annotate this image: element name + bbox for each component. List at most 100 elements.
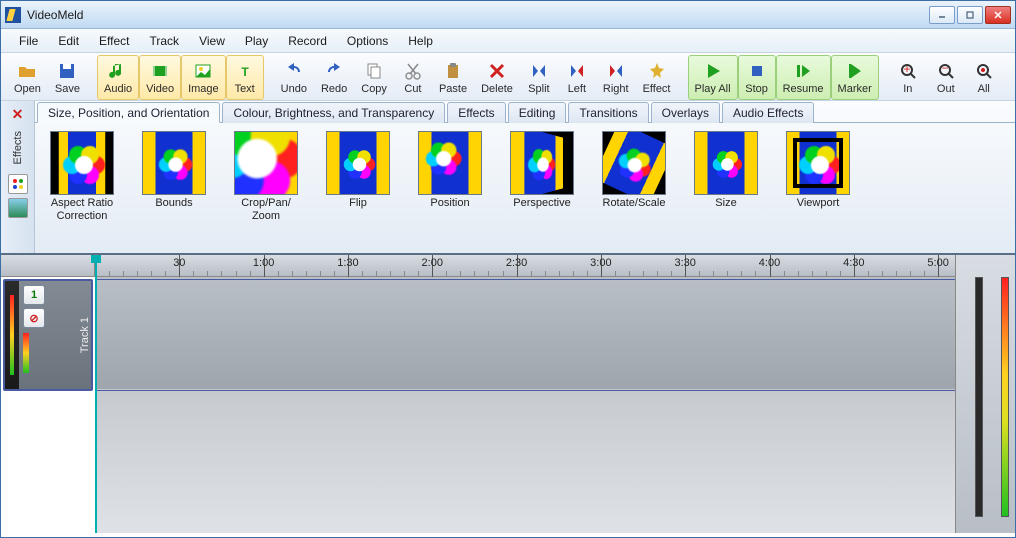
track-meter-strip bbox=[5, 281, 19, 389]
tick-label: 4:00 bbox=[759, 257, 780, 269]
image-thumb-icon[interactable] bbox=[8, 198, 28, 218]
image-button[interactable]: Image bbox=[181, 55, 226, 100]
marker-icon bbox=[844, 60, 866, 82]
resume-button[interactable]: Resume bbox=[776, 55, 831, 100]
effect-item-4[interactable]: Position bbox=[413, 131, 487, 210]
svg-text:T: T bbox=[241, 65, 249, 79]
track-label: Track 1 bbox=[77, 317, 91, 353]
right-label: Right bbox=[603, 83, 629, 95]
menu-file[interactable]: File bbox=[9, 30, 48, 52]
effect-caption-1: Bounds bbox=[155, 197, 192, 210]
playhead[interactable] bbox=[95, 255, 97, 533]
tab-1[interactable]: Colour, Brightness, and Transparency bbox=[222, 102, 445, 123]
copy-button[interactable]: Copy bbox=[354, 55, 394, 100]
track-number-button[interactable]: 1 bbox=[23, 285, 45, 305]
time-ruler[interactable]: 301:001:302:002:303:003:304:004:305:00 bbox=[95, 255, 955, 277]
menu-edit[interactable]: Edit bbox=[48, 30, 89, 52]
svg-text:−: − bbox=[941, 61, 948, 75]
out-button[interactable]: − Out bbox=[927, 55, 965, 100]
stop-icon bbox=[746, 60, 768, 82]
effect-item-5[interactable]: Perspective bbox=[505, 131, 579, 210]
tab-6[interactable]: Audio Effects bbox=[722, 102, 815, 123]
effect-item-8[interactable]: Viewport bbox=[781, 131, 855, 210]
all-button[interactable]: All bbox=[965, 55, 1003, 100]
paste-icon bbox=[442, 60, 464, 82]
marker-button[interactable]: Marker bbox=[831, 55, 879, 100]
audio-icon bbox=[107, 60, 129, 82]
out-label: Out bbox=[937, 83, 955, 95]
menu-options[interactable]: Options bbox=[337, 30, 398, 52]
tick-label: 5:00 bbox=[927, 257, 948, 269]
in-button[interactable]: +In bbox=[889, 55, 927, 100]
maximize-button[interactable] bbox=[957, 6, 983, 24]
minimize-button[interactable] bbox=[929, 6, 955, 24]
left-icon bbox=[566, 60, 588, 82]
effect-item-3[interactable]: Flip bbox=[321, 131, 395, 210]
effect-thumb-7 bbox=[694, 131, 758, 195]
audio-button[interactable]: Audio bbox=[97, 55, 139, 100]
close-effects-icon[interactable]: ✕ bbox=[12, 107, 24, 121]
undo-button[interactable]: Undo bbox=[274, 55, 314, 100]
split-button[interactable]: Split bbox=[520, 55, 558, 100]
menu-bar: FileEditEffectTrackViewPlayRecordOptions… bbox=[1, 29, 1015, 53]
video-label: Video bbox=[146, 83, 174, 95]
window-title: VideoMeld bbox=[27, 8, 929, 22]
menu-play[interactable]: Play bbox=[235, 30, 278, 52]
tick-label: 2:00 bbox=[422, 257, 443, 269]
save-button[interactable]: Save bbox=[48, 55, 87, 100]
effect-thumb-6 bbox=[602, 131, 666, 195]
in-label: In bbox=[903, 83, 912, 95]
tab-4[interactable]: Transitions bbox=[568, 102, 648, 123]
effect-thumb-0 bbox=[50, 131, 114, 195]
effect-caption-6: Rotate/Scale bbox=[603, 197, 666, 210]
cut-label: Cut bbox=[404, 83, 421, 95]
right-button[interactable]: Right bbox=[596, 55, 636, 100]
tab-5[interactable]: Overlays bbox=[651, 102, 720, 123]
tick-label: 3:30 bbox=[674, 257, 695, 269]
close-button[interactable] bbox=[985, 6, 1011, 24]
stop-button[interactable]: Stop bbox=[738, 55, 776, 100]
tick-label: 3:00 bbox=[590, 257, 611, 269]
effect-item-2[interactable]: Crop/Pan/ Zoom bbox=[229, 131, 303, 223]
track-mute-button[interactable]: ⊘ bbox=[23, 308, 45, 328]
timeline-main[interactable]: 301:001:302:002:303:003:304:004:305:00 bbox=[95, 255, 955, 533]
tab-0[interactable]: Size, Position, and Orientation bbox=[37, 102, 220, 123]
effect-caption-0: Aspect Ratio Correction bbox=[45, 197, 119, 223]
menu-effect[interactable]: Effect bbox=[89, 30, 139, 52]
effect-item-0[interactable]: Aspect Ratio Correction bbox=[45, 131, 119, 223]
tab-3[interactable]: Editing bbox=[508, 102, 567, 123]
text-button[interactable]: TText bbox=[226, 55, 264, 100]
paste-button[interactable]: Paste bbox=[432, 55, 474, 100]
menu-track[interactable]: Track bbox=[140, 30, 190, 52]
open-button[interactable]: Open bbox=[7, 55, 48, 100]
tab-2[interactable]: Effects bbox=[447, 102, 505, 123]
effect-item-1[interactable]: Bounds bbox=[137, 131, 211, 210]
save-label: Save bbox=[55, 83, 80, 95]
tick-label: 1:00 bbox=[253, 257, 274, 269]
effect-caption-3: Flip bbox=[349, 197, 367, 210]
palette-icon[interactable] bbox=[8, 174, 28, 194]
left-button[interactable]: Left bbox=[558, 55, 596, 100]
playall-label: Play All bbox=[695, 83, 731, 95]
redo-button[interactable]: Redo bbox=[314, 55, 354, 100]
effect-caption-8: Viewport bbox=[797, 197, 840, 210]
track-body[interactable] bbox=[95, 279, 955, 391]
effects-side-label: Effects bbox=[12, 125, 24, 170]
track-header[interactable]: 1 ⊘ Track 1 bbox=[3, 279, 93, 391]
effect-item-7[interactable]: Size bbox=[689, 131, 763, 210]
effects-panel: ✕ Effects Size, Position, and Orientatio… bbox=[1, 101, 1015, 253]
menu-help[interactable]: Help bbox=[398, 30, 443, 52]
delete-button[interactable]: Delete bbox=[474, 55, 520, 100]
cut-button[interactable]: Cut bbox=[394, 55, 432, 100]
resume-icon bbox=[792, 60, 814, 82]
effect-icon bbox=[646, 60, 668, 82]
timeline: 1 ⊘ Track 1 301:001:302:002:303:003:304:… bbox=[1, 253, 1015, 533]
out-icon: − bbox=[935, 60, 957, 82]
menu-record[interactable]: Record bbox=[278, 30, 337, 52]
effect-button[interactable]: Effect bbox=[636, 55, 678, 100]
image-icon bbox=[192, 60, 214, 82]
menu-view[interactable]: View bbox=[189, 30, 235, 52]
video-button[interactable]: Video bbox=[139, 55, 181, 100]
playall-button[interactable]: Play All bbox=[688, 55, 738, 100]
effect-item-6[interactable]: Rotate/Scale bbox=[597, 131, 671, 210]
